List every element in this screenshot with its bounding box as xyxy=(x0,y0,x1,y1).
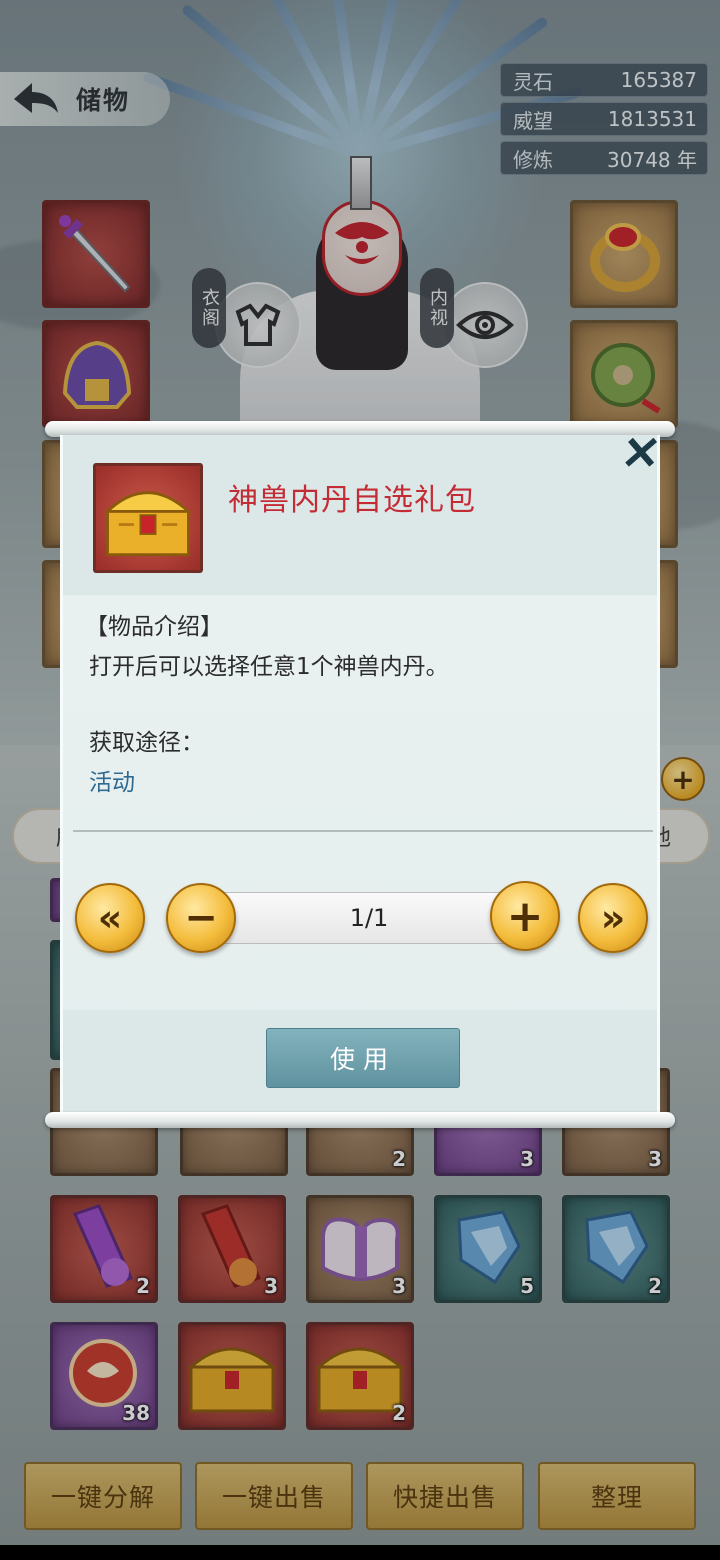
source-heading: 获取途径： xyxy=(89,730,204,756)
plus-icon: + xyxy=(506,890,544,942)
double-right-icon: » xyxy=(600,896,626,940)
close-icon[interactable]: ✕ xyxy=(611,435,657,480)
minus-icon: − xyxy=(184,895,218,941)
quantity-display: 1/1 xyxy=(213,892,525,944)
increase-quantity-button[interactable]: + xyxy=(490,881,560,951)
item-icon-frame xyxy=(93,463,203,573)
use-button[interactable]: 使用 xyxy=(266,1028,460,1088)
treasure-chest-icon xyxy=(103,491,193,557)
divider xyxy=(73,830,653,832)
description-text: 打开后可以选择任意1个神兽内丹。 xyxy=(89,654,449,680)
source-link[interactable]: 活动 xyxy=(89,763,135,797)
description-heading: 【物品介绍】 xyxy=(85,614,223,640)
item-title: 神兽内丹自选礼包 xyxy=(228,483,476,518)
system-nav-strip xyxy=(0,1545,720,1560)
scroll-rod-bottom xyxy=(45,1112,675,1128)
double-left-icon: « xyxy=(97,896,123,940)
decrease-quantity-button[interactable]: − xyxy=(166,883,236,953)
max-quantity-button[interactable]: » xyxy=(578,883,648,953)
item-detail-dialog: 神兽内丹自选礼包 【物品介绍】 打开后可以选择任意1个神兽内丹。 获取途径： 活… xyxy=(60,435,660,1115)
min-quantity-button[interactable]: « xyxy=(75,883,145,953)
